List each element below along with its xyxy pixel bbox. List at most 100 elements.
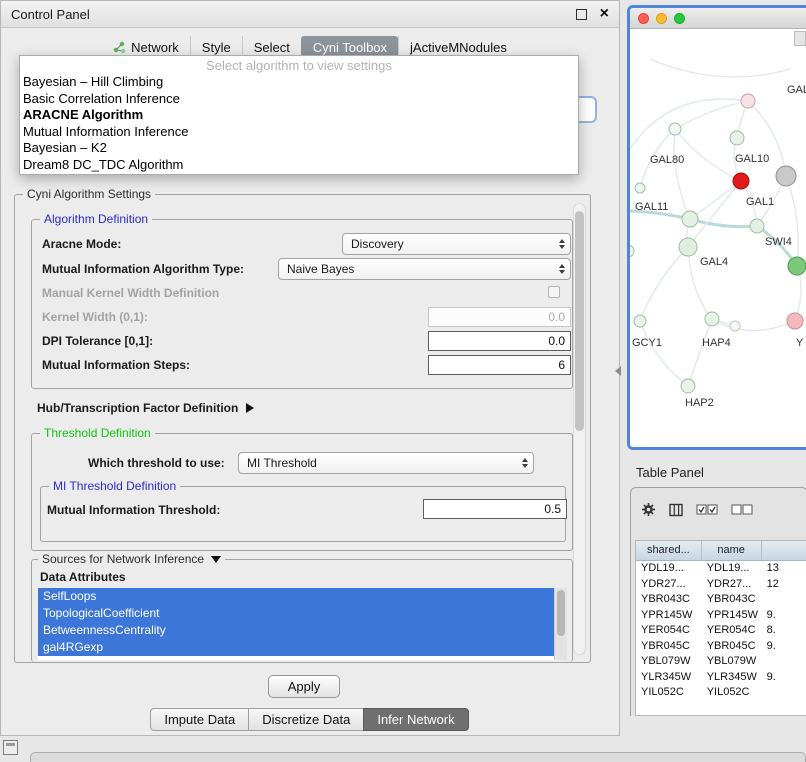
algorithm-dropdown-list: Bayesian – Hill ClimbingBasic Correlatio…: [20, 74, 578, 173]
network-node[interactable]: [682, 211, 698, 227]
network-node[interactable]: [669, 123, 681, 135]
algorithm-option[interactable]: Mutual Information Inference: [20, 124, 578, 141]
network-edge[interactable]: [688, 319, 712, 386]
combo-value: Discovery: [351, 237, 404, 251]
table-row[interactable]: YBL079WYBL079W: [636, 654, 806, 670]
sources-group-title[interactable]: Sources for Network Inference: [38, 552, 225, 566]
attributes-scrollbar[interactable]: [554, 588, 567, 660]
table-column-header[interactable]: name: [702, 541, 762, 560]
tab-impute-data[interactable]: Impute Data: [150, 708, 249, 731]
close-traffic-light-icon[interactable]: [638, 13, 649, 24]
mi-algorithm-type-combobox[interactable]: Naive Bayes: [278, 258, 571, 280]
algorithm-option[interactable]: ARACNE Algorithm: [20, 107, 578, 124]
table-row[interactable]: YBR043CYBR043C: [636, 592, 806, 608]
network-node-label: HAP4: [702, 337, 731, 349]
algorithm-option[interactable]: Bayesian – Hill Climbing: [20, 74, 578, 91]
which-threshold-combobox[interactable]: MI Threshold: [238, 452, 534, 474]
network-edge[interactable]: [640, 321, 688, 386]
data-attributes-list: SelfLoopsTopologicalCoefficientBetweenne…: [38, 588, 554, 660]
table-column-header[interactable]: [762, 541, 806, 560]
mi-threshold-label: Mutual Information Threshold:: [47, 503, 220, 517]
kernel-width-label: Kernel Width (0,1):: [42, 310, 148, 324]
network-node[interactable]: [681, 379, 695, 393]
network-node[interactable]: [776, 166, 796, 186]
network-view-window: GAL80GAL10GAL11GAL1SWI4GAL4GCY1HAP4HAP2G…: [627, 5, 806, 450]
data-attributes-label: Data Attributes: [40, 570, 126, 584]
expanded-arrow-icon: [211, 556, 221, 563]
network-edge[interactable]: [712, 319, 795, 331]
apply-button[interactable]: Apply: [268, 675, 340, 698]
select-all-rows-icon[interactable]: [696, 504, 718, 515]
network-node[interactable]: [635, 183, 645, 193]
tab-label: Select: [254, 40, 290, 55]
threshold-definition-group: Threshold Definition Which threshold to …: [31, 433, 573, 551]
table-row[interactable]: YDR27...YDR27...12: [636, 577, 806, 593]
network-node-label: HAP2: [685, 397, 714, 409]
scrollbar-thumb[interactable]: [575, 211, 584, 431]
network-edge[interactable]: [650, 59, 790, 77]
data-attribute-item[interactable]: SelfLoops: [38, 588, 554, 605]
data-attribute-item[interactable]: TopologicalCoefficient: [38, 605, 554, 622]
hub-tf-definition-toggle[interactable]: Hub/Transcription Factor Definition: [37, 401, 254, 415]
network-edge[interactable]: [690, 219, 757, 227]
table-cell: YER054C: [636, 623, 702, 639]
table-row[interactable]: YIL052CYIL052C: [636, 685, 806, 701]
table-row[interactable]: YLR345WYLR345W9.: [636, 670, 806, 686]
combo-value: MI Threshold: [247, 456, 317, 470]
tab-discretize-data[interactable]: Discretize Data: [248, 708, 364, 731]
minimize-traffic-light-icon[interactable]: [656, 13, 667, 24]
panel-divider-handle[interactable]: [615, 366, 621, 376]
network-edge[interactable]: [640, 247, 688, 321]
dpi-tolerance-field[interactable]: [428, 331, 571, 351]
table-column-header[interactable]: shared...: [636, 541, 702, 560]
table-row[interactable]: YBR045CYBR045C9.: [636, 639, 806, 655]
network-node[interactable]: [750, 219, 764, 233]
network-node[interactable]: [733, 173, 749, 189]
network-node[interactable]: [787, 313, 803, 329]
table-cell: YDR27...: [702, 577, 762, 593]
mi-threshold-field[interactable]: [423, 499, 567, 519]
network-node[interactable]: [634, 315, 646, 327]
table-cell: YIL052C: [636, 685, 702, 701]
close-icon[interactable]: ×: [600, 9, 609, 19]
network-canvas[interactable]: GAL80GAL10GAL11GAL1SWI4GAL4GCY1HAP4HAP2G…: [630, 29, 806, 448]
network-scrollbar-corner[interactable]: [794, 31, 806, 46]
scrollbar-thumb[interactable]: [557, 590, 565, 636]
control-panel: Control Panel × Network Style Select: [0, 0, 620, 736]
deselect-all-rows-icon[interactable]: [731, 504, 753, 515]
kernel-width-field[interactable]: [428, 307, 571, 327]
columns-icon[interactable]: [669, 503, 683, 517]
network-node[interactable]: [730, 131, 744, 145]
table-cell: YLR345W: [702, 670, 762, 686]
table-cell: [762, 685, 806, 701]
data-attribute-item[interactable]: BetweennessCentrality: [38, 622, 554, 639]
network-node-label: GAL: [787, 84, 806, 96]
network-node[interactable]: [788, 257, 806, 275]
minimized-panel-icon[interactable]: [3, 740, 18, 755]
network-node[interactable]: [741, 94, 755, 108]
network-edge[interactable]: [630, 99, 748, 149]
combo-value: Naive Bayes: [287, 262, 354, 276]
algorithm-option[interactable]: Basic Correlation Inference: [20, 91, 578, 108]
dpi-tolerance-label: DPI Tolerance [0,1]:: [42, 334, 153, 348]
data-attribute-item[interactable]: gal4RGexp: [38, 639, 554, 656]
algorithm-option[interactable]: Bayesian – K2: [20, 140, 578, 157]
network-node[interactable]: [730, 321, 740, 331]
table-row[interactable]: YER054CYER054C8.: [636, 623, 806, 639]
manual-kernel-width-checkbox[interactable]: [548, 286, 560, 298]
zoom-traffic-light-icon[interactable]: [674, 13, 685, 24]
sources-group: Sources for Network Inference Data Attri…: [31, 559, 573, 662]
table-row[interactable]: YPR145WYPR145W9.: [636, 608, 806, 624]
mi-steps-field[interactable]: [428, 355, 571, 375]
float-window-icon[interactable]: [576, 9, 587, 20]
gear-icon[interactable]: [641, 502, 656, 517]
aracne-mode-combobox[interactable]: Discovery: [342, 233, 571, 255]
network-node[interactable]: [705, 312, 719, 326]
tab-infer-network[interactable]: Infer Network: [363, 708, 468, 731]
network-node[interactable]: [630, 245, 634, 257]
algorithm-option[interactable]: Dream8 DC_TDC Algorithm: [20, 157, 578, 174]
settings-scrollbar[interactable]: [573, 203, 586, 655]
manual-kernel-width-label: Manual Kernel Width Definition: [42, 286, 219, 300]
table-row[interactable]: YDL19...YDL19...13: [636, 561, 806, 577]
network-node[interactable]: [679, 238, 697, 256]
